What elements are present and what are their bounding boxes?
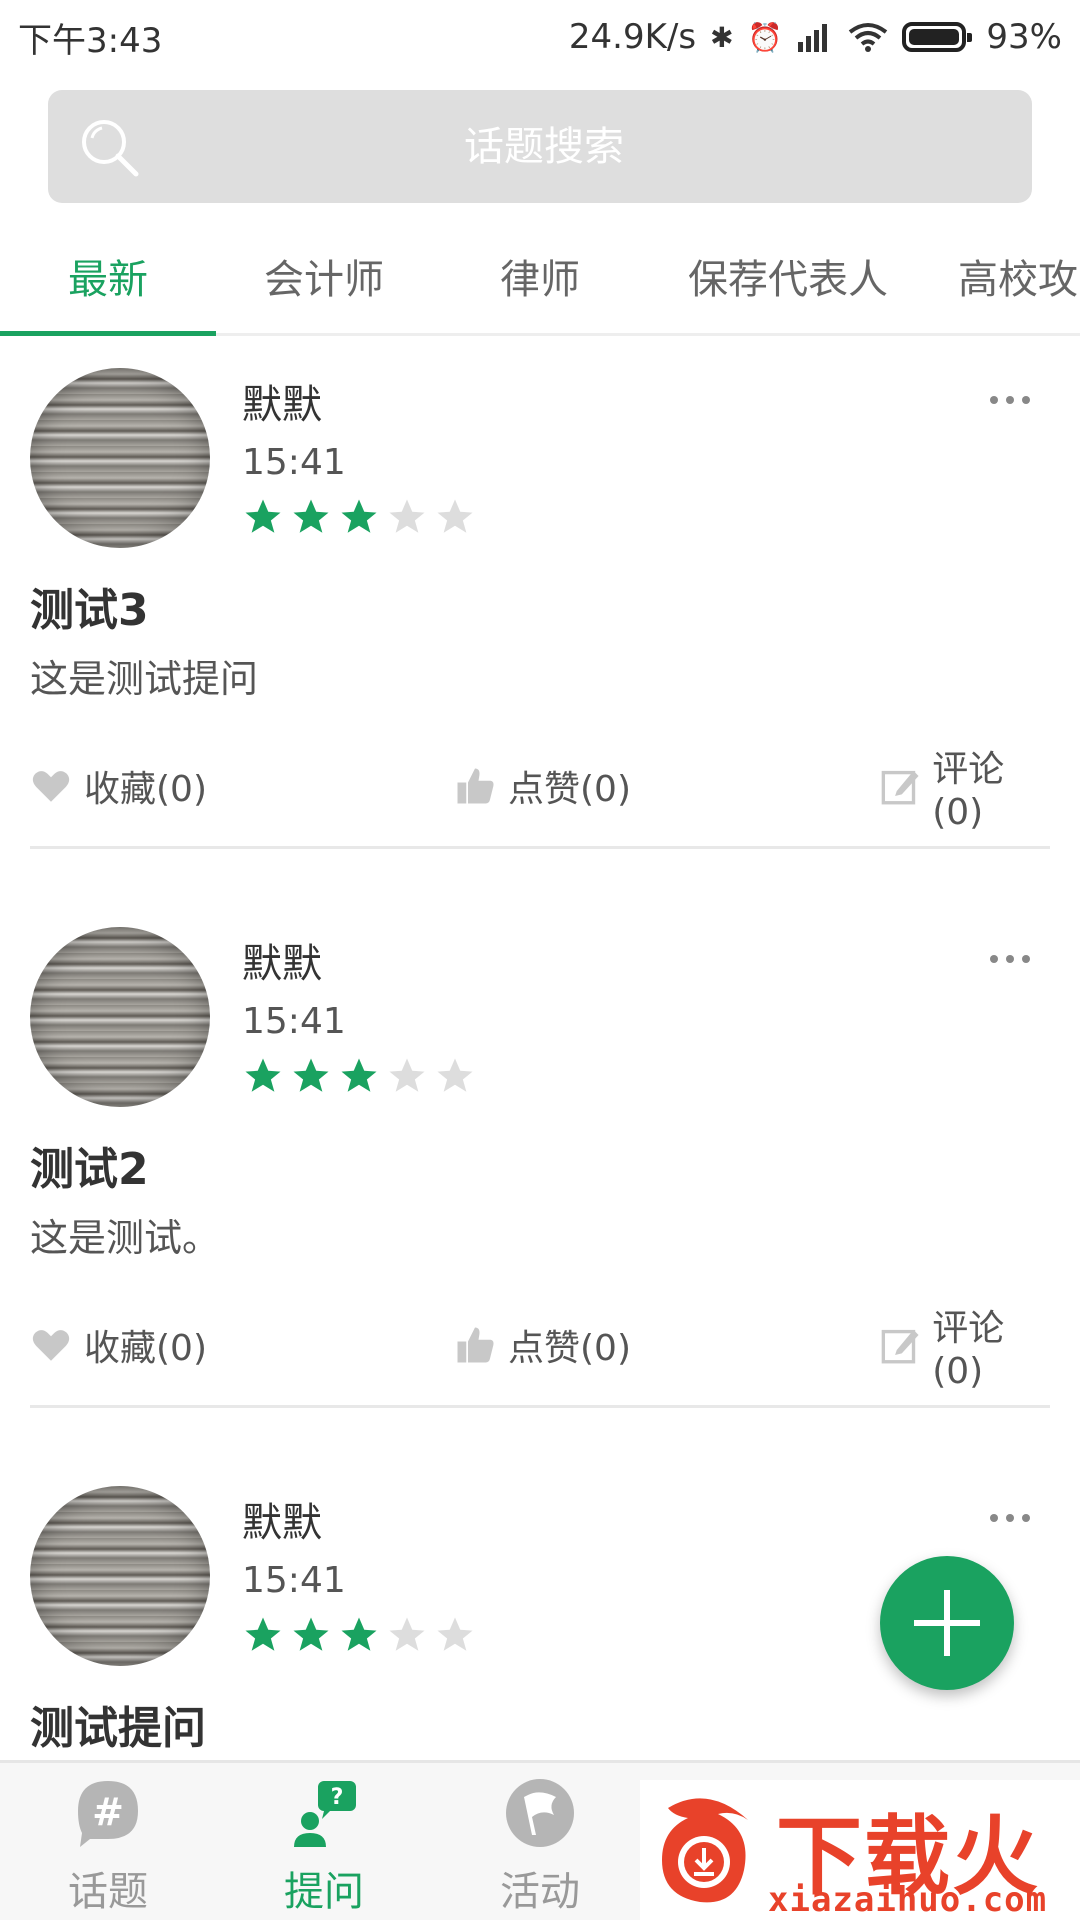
star-filled-icon [245, 499, 281, 533]
rating-stars [242, 1055, 476, 1097]
nav-label: 话题 [68, 1869, 148, 1915]
star-empty-icon [437, 499, 473, 533]
comment-button[interactable]: 评论(0) [880, 749, 1050, 833]
star-filled-icon [293, 1058, 329, 1092]
nav-item-events[interactable]: 活动 [432, 1763, 648, 1920]
hashtag-icon: # [78, 1781, 138, 1847]
post-title: 测试提问 [30, 1703, 206, 1754]
more-options-icon[interactable] [990, 1514, 1030, 1526]
download-logo-icon [662, 1798, 748, 1903]
rating-stars [242, 496, 476, 538]
search-icon [82, 120, 139, 177]
tab-lawyer[interactable]: 律师 [432, 236, 648, 336]
watermark-url: xiazaihuo.com [768, 1880, 1048, 1920]
star-filled-icon [245, 1058, 281, 1092]
search-bar[interactable] [48, 90, 1032, 203]
search-input[interactable] [48, 90, 1032, 203]
edit-icon [881, 1329, 919, 1364]
category-tabs: 最新 会计师 律师 保荐代表人 高校攻 [0, 236, 1080, 336]
author-name: 默默 [242, 941, 322, 987]
status-time: 下午3:43 [18, 20, 163, 61]
like-label: 点赞(0) [508, 769, 631, 810]
like-button[interactable]: 点赞(0) [454, 1313, 631, 1377]
status-icons: 24.9K/s ✱ ⏰ 93% [569, 17, 1062, 57]
rating-stars [242, 1614, 476, 1656]
star-filled-icon [341, 499, 377, 533]
alarm-icon: ⏰ [747, 20, 783, 54]
comment-label: 评论(0) [932, 1307, 1005, 1392]
flag-icon [506, 1779, 574, 1847]
divider [30, 846, 1050, 849]
star-empty-icon [389, 499, 425, 533]
comment-button[interactable]: 评论(0) [880, 1308, 1050, 1392]
favorite-button[interactable]: 收藏(0) [30, 1313, 207, 1377]
like-button[interactable]: 点赞(0) [454, 754, 631, 818]
favorite-button[interactable]: 收藏(0) [30, 754, 207, 818]
post-actions: 收藏(0) 点赞(0) 评论(0) [30, 749, 1050, 833]
net-speed: 24.9K/s [568, 17, 697, 57]
like-label: 点赞(0) [508, 1328, 631, 1369]
post-time: 15:41 [242, 1560, 346, 1601]
nav-item-ask[interactable]: ? 提问 [216, 1763, 432, 1920]
battery-icon [902, 22, 973, 52]
watermark-logo: 下载火 xiazaihuo.com [640, 1780, 1080, 1920]
avatar[interactable] [30, 368, 210, 548]
svg-text:?: ? [331, 1785, 344, 1810]
star-empty-icon [437, 1058, 473, 1092]
comment-label: 评论(0) [932, 748, 1005, 833]
divider [30, 1405, 1050, 1408]
post-card[interactable]: 默默 15:41 测试3 这是测试提问 收藏(0) 点赞(0) 评论(0) [0, 336, 1080, 896]
post-actions: 收藏(0) 点赞(0) 评论(0) [30, 1308, 1050, 1392]
svg-text:#: # [92, 1790, 124, 1834]
tab-accountant[interactable]: 会计师 [216, 236, 432, 336]
question-user-icon: ? [294, 1781, 356, 1847]
thumbs-up-icon [457, 1327, 494, 1363]
post-title: 测试3 [30, 585, 149, 636]
tab-latest[interactable]: 最新 [0, 236, 216, 336]
star-filled-icon [293, 499, 329, 533]
post-time: 15:41 [242, 442, 346, 483]
more-options-icon[interactable] [990, 955, 1030, 967]
post-title: 测试2 [30, 1144, 149, 1195]
post-body: 这是测试提问 [30, 657, 259, 701]
heart-icon [32, 771, 70, 802]
post-card[interactable]: 默默 15:41 测试2 这是测试。 收藏(0) 点赞(0) 评论(0) [0, 895, 1080, 1455]
nav-item-topics[interactable]: # 话题 [0, 1763, 216, 1920]
avatar[interactable] [30, 927, 210, 1107]
favorite-label: 收藏(0) [84, 769, 207, 810]
tab-university[interactable]: 高校攻 [958, 236, 1080, 336]
bluetooth-icon: ✱ [710, 20, 734, 54]
avatar[interactable] [30, 1486, 210, 1666]
post-body: 这是测试。 [30, 1216, 221, 1260]
star-filled-icon [245, 1617, 281, 1651]
wifi-icon [849, 23, 888, 52]
post-time: 15:41 [242, 1001, 346, 1042]
heart-icon [32, 1330, 70, 1361]
star-empty-icon [389, 1617, 425, 1651]
add-question-button[interactable] [880, 1556, 1014, 1690]
nav-label: 提问 [284, 1869, 364, 1915]
star-empty-icon [437, 1617, 473, 1651]
more-options-icon[interactable] [990, 396, 1030, 408]
edit-icon [881, 770, 919, 805]
star-filled-icon [293, 1617, 329, 1651]
author-name: 默默 [242, 382, 322, 428]
star-filled-icon [341, 1617, 377, 1651]
battery-percent: 93% [986, 17, 1062, 57]
tab-sponsor-rep[interactable]: 保荐代表人 [648, 236, 928, 336]
status-bar: 下午3:43 24.9K/s ✱ ⏰ 93% [0, 0, 1080, 74]
signal-icon [798, 24, 828, 52]
star-filled-icon [341, 1058, 377, 1092]
thumbs-up-icon [457, 768, 494, 804]
nav-label: 活动 [500, 1869, 580, 1915]
star-empty-icon [389, 1058, 425, 1092]
author-name: 默默 [242, 1500, 322, 1546]
favorite-label: 收藏(0) [84, 1328, 207, 1369]
